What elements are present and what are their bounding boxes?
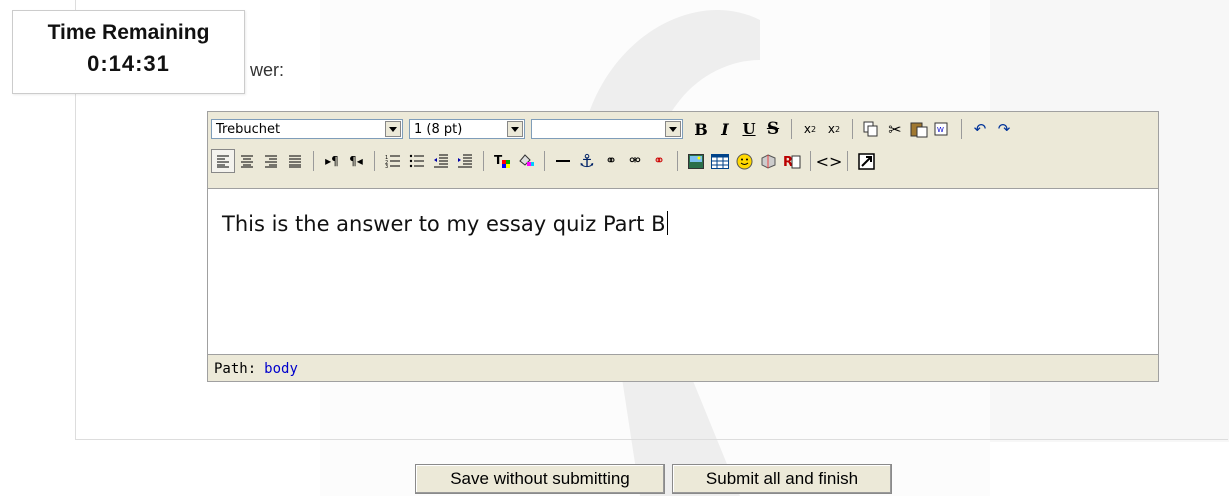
chevron-down-icon[interactable] xyxy=(385,121,401,137)
superscript-icon[interactable]: x2 xyxy=(822,117,846,141)
font-size-value: 1 (8 pt) xyxy=(414,121,463,137)
rtl-icon[interactable]: ¶◂ xyxy=(344,149,368,173)
toolbar-separator xyxy=(544,151,545,171)
redo-icon[interactable]: ↷ xyxy=(992,117,1016,141)
align-left-icon[interactable] xyxy=(211,149,235,173)
unlink-icon[interactable]: ⚮ xyxy=(623,149,647,173)
text-caret xyxy=(666,211,668,235)
timer-box: Time Remaining 0:14:31 xyxy=(12,10,245,94)
anchor-icon[interactable]: ⚓ xyxy=(575,149,599,173)
fullscreen-icon[interactable] xyxy=(854,149,878,173)
font-family-select[interactable]: Trebuchet xyxy=(211,119,403,139)
path-label: Path: xyxy=(214,361,257,377)
submit-all-and-finish-button[interactable]: Submit all and finish xyxy=(672,464,892,494)
strikethrough-icon[interactable]: S xyxy=(761,117,785,141)
nolink-icon[interactable]: ⚭ xyxy=(647,149,671,173)
path-body-link[interactable]: body xyxy=(264,361,298,377)
image-icon[interactable] xyxy=(684,149,708,173)
svg-text:W: W xyxy=(937,126,944,134)
path-bar: Path: body xyxy=(208,357,1158,381)
toolbar-separator xyxy=(677,151,678,171)
underline-icon[interactable]: U xyxy=(737,117,761,141)
search-replace-icon[interactable]: R xyxy=(780,149,804,173)
undo-icon[interactable]: ↶ xyxy=(968,117,992,141)
ordered-list-icon[interactable]: 123 xyxy=(381,149,405,173)
toolbar-separator xyxy=(847,151,848,171)
toolbar-separator xyxy=(791,119,792,139)
bold-icon[interactable]: B xyxy=(689,117,713,141)
unordered-list-icon[interactable] xyxy=(405,149,429,173)
toolbar-separator xyxy=(313,151,314,171)
chevron-down-icon[interactable] xyxy=(507,121,523,137)
toolbar-separator xyxy=(374,151,375,171)
text-color-icon[interactable]: T xyxy=(490,149,514,173)
toolbar-row-2: ▸¶ ¶◂ 123 T ⚓ ⚭ ⚮ ⚭ R <> xyxy=(211,148,878,174)
align-center-icon[interactable] xyxy=(235,149,259,173)
horizontal-rule-icon[interactable] xyxy=(551,149,575,173)
paste-icon[interactable] xyxy=(907,117,931,141)
special-char-icon[interactable] xyxy=(756,149,780,173)
answer-label: wer: xyxy=(250,60,285,80)
align-right-icon[interactable] xyxy=(259,149,283,173)
font-family-value: Trebuchet xyxy=(216,121,281,137)
editor-content-text[interactable]: This is the answer to my essay quiz Part… xyxy=(222,211,668,236)
format-select[interactable] xyxy=(531,119,683,139)
indent-icon[interactable] xyxy=(453,149,477,173)
save-without-submitting-button[interactable]: Save without submitting xyxy=(415,464,665,494)
html-source-icon[interactable]: <> xyxy=(816,149,843,173)
copy-icon[interactable] xyxy=(859,117,883,141)
background-color-icon[interactable] xyxy=(514,149,538,173)
cut-icon[interactable]: ✂ xyxy=(883,117,907,141)
ltr-icon[interactable]: ▸¶ xyxy=(320,149,344,173)
svg-text:T: T xyxy=(494,153,503,167)
font-size-select[interactable]: 1 (8 pt) xyxy=(409,119,525,139)
justify-icon[interactable] xyxy=(283,149,307,173)
link-icon[interactable]: ⚭ xyxy=(599,149,623,173)
toolbar-separator xyxy=(483,151,484,171)
chevron-down-icon[interactable] xyxy=(665,121,681,137)
outdent-icon[interactable] xyxy=(429,149,453,173)
toolbar-separator xyxy=(852,119,853,139)
timer-title: Time Remaining xyxy=(47,21,210,44)
toolbar-separator xyxy=(810,151,811,171)
smiley-icon[interactable] xyxy=(732,149,756,173)
toolbar-separator xyxy=(961,119,962,139)
paste-word-icon[interactable]: W xyxy=(931,117,955,141)
subscript-icon[interactable]: x2 xyxy=(798,117,822,141)
html-editor: Trebuchet 1 (8 pt) B I U S x2 x2 ✂ W ↶ ↷ xyxy=(207,111,1159,382)
svg-text:3: 3 xyxy=(385,164,388,168)
toolbar-row-1: Trebuchet 1 (8 pt) B I U S x2 x2 ✂ W ↶ ↷ xyxy=(211,116,1016,142)
italic-icon[interactable]: I xyxy=(713,117,737,141)
timer-value: 0:14:31 xyxy=(87,51,170,76)
table-icon[interactable] xyxy=(708,149,732,173)
editor-content-area[interactable]: This is the answer to my essay quiz Part… xyxy=(208,188,1158,355)
